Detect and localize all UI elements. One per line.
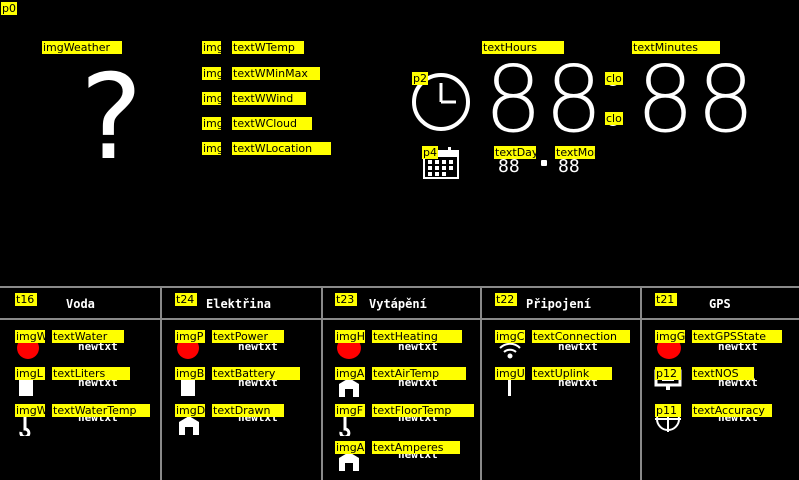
connection-tag: textConnection <box>532 330 630 343</box>
weather-row-img-tag: img <box>202 92 221 105</box>
uplink-tag: textUplink <box>532 367 612 380</box>
thermometer-icon <box>19 416 31 436</box>
calendar-tag: p4 <box>422 146 438 159</box>
liters-tag: textLiters <box>52 367 130 380</box>
row-img-tag: imgA <box>335 367 365 380</box>
date-separator <box>541 160 547 166</box>
row-img-tag: imgP <box>175 330 205 343</box>
floor-temp-icon <box>339 416 351 436</box>
amperes-tag: textAmperes <box>372 441 460 454</box>
row-img-tag: imgL <box>15 367 45 380</box>
floor-temp-tag: textFloorTemp <box>372 404 474 417</box>
section-divider <box>160 286 162 480</box>
row-img-tag: imgW <box>15 330 45 343</box>
air-temp-tag: textAirTemp <box>372 367 466 380</box>
colon-top-tag: clo <box>605 72 623 85</box>
page-tag: p0 <box>1 2 17 15</box>
drawn-icon <box>179 416 199 435</box>
section-tag: t22 <box>495 293 517 306</box>
month-display: 88 <box>558 156 580 177</box>
row-img-tag: imgU <box>495 367 525 380</box>
section-title: Elektřina <box>206 297 272 311</box>
row-img-tag: imgF <box>335 404 365 417</box>
weather-location-tag: textWLocation <box>232 142 331 155</box>
row-img-tag: imgC <box>495 330 525 343</box>
water-tag: textWater <box>52 330 124 343</box>
water-temp-tag: textWaterTemp <box>52 404 150 417</box>
section-title: GPS <box>709 297 731 311</box>
top-divider <box>0 286 799 288</box>
section-title: Vytápění <box>369 297 427 311</box>
row-img-tag: imgW <box>15 404 45 417</box>
clock-tag: p2 <box>412 72 428 85</box>
weather-temp-tag: textWTemp <box>232 41 304 54</box>
row-img-tag: imgG <box>655 330 685 343</box>
day-tag: textDay <box>494 146 536 159</box>
row-img-tag: imgD <box>175 404 205 417</box>
section-title: Voda <box>66 297 95 311</box>
weather-unknown-symbol: ? <box>80 48 143 186</box>
hours-display: 88 <box>484 46 606 153</box>
day-display: 88 <box>498 156 520 177</box>
section-divider <box>321 286 323 480</box>
section-tag: t16 <box>15 293 37 306</box>
weather-cloud-tag: textWCloud <box>232 117 312 130</box>
section-tag: t21 <box>655 293 677 306</box>
weather-row-img-tag: img <box>202 117 221 130</box>
row-img-tag: p11 <box>655 404 681 417</box>
weather-row-img-tag: img <box>202 67 221 80</box>
power-tag: textPower <box>212 330 284 343</box>
weather-row-img-tag: img <box>202 41 221 54</box>
accuracy-tag: textAccuracy <box>692 404 772 417</box>
weather-wind-tag: textWWind <box>232 92 306 105</box>
wifi-icon <box>499 342 521 359</box>
weather-row-img-tag: img <box>202 142 221 155</box>
drawn-tag: textDrawn <box>212 404 284 417</box>
row-img-tag: imgA <box>335 441 365 454</box>
heating-tag: textHeating <box>372 330 462 343</box>
gps-state-tag: textGPSState <box>692 330 782 343</box>
section-divider <box>480 286 482 480</box>
row-img-tag: imgB <box>175 367 205 380</box>
row-img-tag: imgH <box>335 330 365 343</box>
section-tag: t23 <box>335 293 357 306</box>
section-tag: t24 <box>175 293 197 306</box>
colon-bottom-tag: clo <box>605 112 623 125</box>
nos-tag: textNOS <box>692 367 754 380</box>
uplink-icon <box>508 378 511 396</box>
month-tag: textMor <box>555 146 595 159</box>
header-divider <box>0 318 799 320</box>
section-divider <box>640 286 642 480</box>
battery-tag: textBattery <box>212 367 300 380</box>
weather-minmax-tag: textWMinMax <box>232 67 320 80</box>
minutes-display: 88 <box>636 46 758 153</box>
row-img-tag: p12 <box>655 367 681 380</box>
section-title: Připojení <box>526 297 592 311</box>
